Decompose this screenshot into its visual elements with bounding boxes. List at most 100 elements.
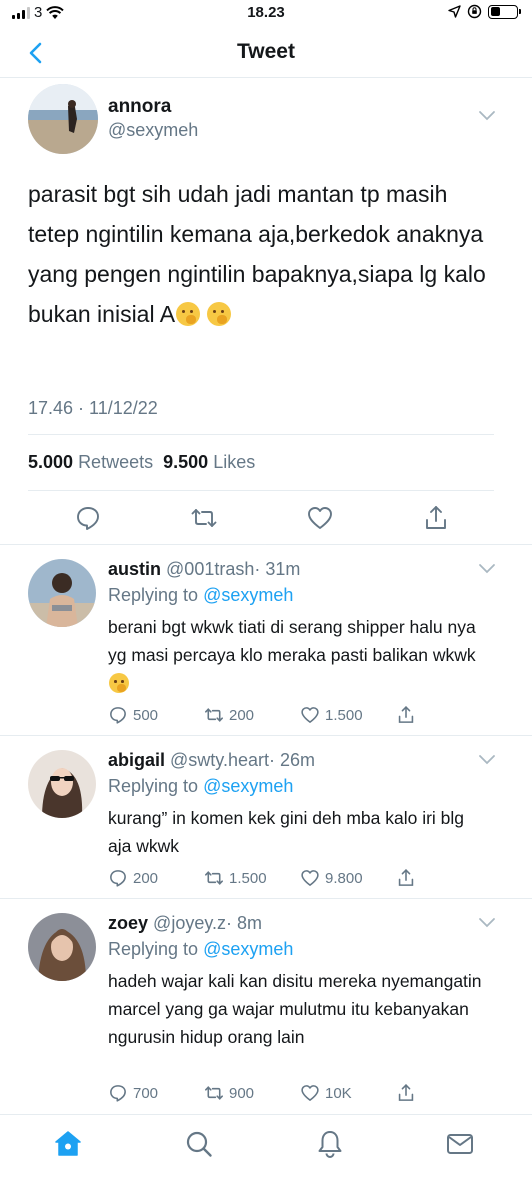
like-count: 1.500 (325, 706, 363, 724)
replying-to: Replying to @sexymeh (108, 776, 293, 797)
reply-author-handle[interactable]: @001trash (166, 559, 254, 579)
face-with-hand-over-mouth-emoji (109, 673, 129, 693)
reply-header: zoey @joyey.z· 8m (108, 913, 262, 934)
share-icon (398, 1084, 414, 1101)
reply-tweet[interactable]: abigail @swty.heart· 26m Replying to @se… (0, 736, 532, 898)
orientation-lock-icon (467, 4, 482, 19)
reply-text-content: berani bgt wkwk tiati di serang shipper … (108, 617, 476, 665)
author-name[interactable]: annora (108, 96, 171, 118)
like-icon (301, 870, 319, 886)
avatar[interactable] (28, 84, 98, 154)
reply-icon (110, 870, 126, 887)
search-icon[interactable] (184, 1129, 214, 1159)
avatar[interactable] (28, 913, 96, 981)
likes-count[interactable]: 9.500 (163, 452, 208, 472)
reply-count: 500 (133, 706, 159, 724)
chevron-down-icon[interactable] (478, 917, 496, 929)
reply-tweet[interactable]: zoey @joyey.z· 8m Replying to @sexymeh h… (0, 899, 532, 1113)
status-bar: 3 18.23 (0, 0, 532, 26)
divider (28, 434, 494, 435)
battery-icon (488, 4, 521, 19)
notifications-icon[interactable] (315, 1129, 345, 1159)
share-button[interactable] (396, 703, 416, 727)
reply-time: · 26m (269, 750, 316, 770)
likes-label[interactable]: Likes (213, 452, 255, 472)
reply-button[interactable]: 500 (108, 703, 158, 727)
like-icon[interactable] (306, 504, 334, 532)
tab-bar (0, 1114, 532, 1200)
avatar[interactable] (28, 750, 96, 818)
like-count: 10K (325, 1084, 352, 1102)
like-button[interactable]: 9.800 (300, 866, 363, 890)
tweet-stats: 5.000 Retweets 9.500 Likes (28, 452, 255, 473)
reply-text: hadeh wajar kali kan disitu mereka nyema… (108, 971, 482, 1047)
retweet-count: 1.500 (229, 869, 267, 887)
retweet-icon[interactable] (190, 504, 218, 532)
retweet-button[interactable]: 200 (204, 703, 254, 727)
location-arrow-icon (448, 5, 461, 18)
reply-author-name[interactable]: austin (108, 559, 161, 579)
reply-author-name[interactable]: abigail (108, 750, 165, 770)
retweet-icon (205, 1086, 223, 1100)
home-icon[interactable] (53, 1129, 83, 1159)
chevron-down-icon[interactable] (478, 754, 496, 766)
replying-to-mention[interactable]: @sexymeh (203, 776, 293, 796)
share-icon[interactable] (422, 504, 450, 532)
reply-author-handle[interactable]: @swty.heart (170, 750, 269, 770)
retweet-icon (205, 871, 223, 885)
face-with-hand-over-mouth-emoji (176, 302, 201, 326)
like-button[interactable]: 10K (300, 1081, 352, 1105)
reply-text: kurang” in komen kek gini deh mba kalo i… (108, 808, 465, 856)
chevron-down-icon[interactable] (478, 110, 496, 122)
retweet-count: 200 (229, 706, 255, 724)
replying-to: Replying to @sexymeh (108, 585, 293, 606)
author-handle[interactable]: @sexymeh (108, 120, 198, 141)
reply-author-handle[interactable]: @joyey.z (153, 913, 226, 933)
face-with-hand-over-mouth-emoji (207, 302, 232, 326)
share-icon (398, 869, 414, 886)
reply-count: 200 (133, 869, 159, 887)
retweet-count: 900 (229, 1084, 255, 1102)
retweets-label[interactable]: Retweets (78, 452, 153, 472)
like-icon (301, 1085, 319, 1101)
chevron-down-icon[interactable] (478, 563, 496, 575)
reply-button[interactable]: 700 (108, 1081, 158, 1105)
retweets-count[interactable]: 5.000 (28, 452, 73, 472)
share-icon (398, 706, 414, 723)
reply-header: austin @001trash· 31m (108, 559, 300, 580)
reply-time: · 8m (226, 913, 263, 933)
retweet-button[interactable]: 1.500 (204, 866, 267, 890)
tweet-text: parasit bgt sih udah jadi mantan tp masi… (28, 174, 498, 334)
reply-text: berani bgt wkwk tiati di serang shipper … (108, 613, 488, 697)
reply-time: · 31m (254, 559, 301, 579)
share-button[interactable] (396, 866, 416, 890)
avatar[interactable] (28, 559, 96, 627)
reply-tweet[interactable]: austin @001trash· 31m Replying to @sexym… (0, 545, 532, 735)
like-button[interactable]: 1.500 (300, 703, 363, 727)
reply-actions: 200 1.500 9.800 (108, 866, 438, 890)
tweet-actions (0, 502, 532, 542)
reply-button[interactable]: 200 (108, 866, 158, 890)
divider (28, 490, 494, 491)
tweet-timestamp: 17.46 · 11/12/22 (28, 398, 158, 418)
share-button[interactable] (396, 1081, 416, 1105)
reply-actions: 500 200 1.500 (108, 703, 438, 727)
messages-icon[interactable] (445, 1129, 475, 1159)
replying-to-mention[interactable]: @sexymeh (203, 585, 293, 605)
reply-icon (110, 1085, 126, 1102)
reply-count: 700 (133, 1084, 159, 1102)
replying-to-mention[interactable]: @sexymeh (203, 939, 293, 959)
replying-to-prefix: Replying to (108, 939, 199, 959)
reply-icon[interactable] (74, 504, 102, 532)
reply-author-name[interactable]: zoey (108, 913, 148, 933)
like-icon (301, 707, 319, 723)
like-count: 9.800 (325, 869, 363, 887)
reply-actions: 700 900 10K (108, 1081, 438, 1105)
status-right (448, 4, 521, 19)
reply-icon (110, 707, 126, 724)
replying-to-prefix: Replying to (108, 776, 199, 796)
retweet-button[interactable]: 900 (204, 1081, 254, 1105)
replying-to-prefix: Replying to (108, 585, 199, 605)
tweet-text-content: parasit bgt sih udah jadi mantan tp masi… (28, 181, 486, 327)
retweet-icon (205, 708, 223, 722)
